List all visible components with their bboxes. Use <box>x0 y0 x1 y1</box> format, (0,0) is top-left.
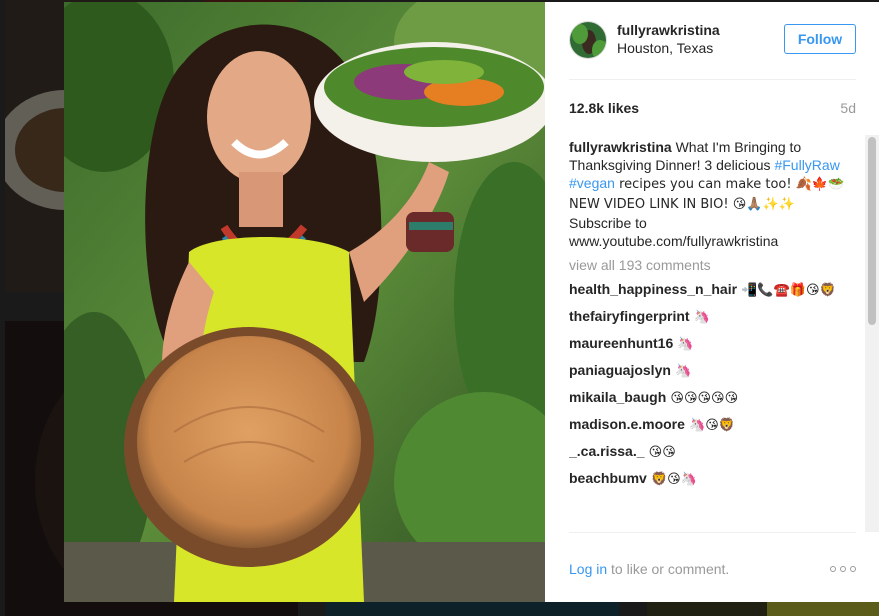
photo-illustration <box>64 2 545 602</box>
login-prompt-text: to like or comment. <box>607 561 730 577</box>
comment-text: 🦄 <box>673 337 694 352</box>
scrollbar-thumb[interactable] <box>868 137 876 325</box>
comment-username[interactable]: beachbumv <box>569 470 647 486</box>
comment-text: 🦄 <box>670 364 692 379</box>
comment-item: _.ca.rissa._ 😘😘 <box>569 442 856 462</box>
comment-text: 🦁😘🦄 <box>646 472 697 487</box>
caption-text: www.youtube.com/fullyrawkristina <box>569 233 779 249</box>
comment-username[interactable]: maureenhunt16 <box>569 335 673 351</box>
comment-item: thefairyfingerprint 🦄 <box>569 307 856 327</box>
post-stats: 12.8k likes 5d <box>569 80 856 130</box>
login-prompt: Log in to like or comment. <box>569 561 729 577</box>
profile-avatar[interactable] <box>569 21 607 59</box>
dot-icon <box>830 566 836 572</box>
comment-text: 😘😘 <box>644 445 676 460</box>
comment-username[interactable]: mikaila_baugh <box>569 389 666 405</box>
comment-text: 😘😘😘😘😘 <box>666 391 739 406</box>
comment-username[interactable]: paniaguajoslyn <box>569 362 671 378</box>
dot-icon <box>840 566 846 572</box>
comment-username[interactable]: thefairyfingerprint <box>569 308 690 324</box>
comments-list: fullyrawkristina What I'm Bringing to Th… <box>569 138 856 527</box>
post-location[interactable]: Houston, Texas <box>617 40 713 56</box>
likes-count[interactable]: 12.8k likes <box>569 100 639 116</box>
login-link[interactable]: Log in <box>569 561 607 577</box>
comment-username[interactable]: madison.e.moore <box>569 416 685 432</box>
comment-item: maureenhunt16 🦄 <box>569 334 856 354</box>
hashtag-link[interactable]: #vegan <box>569 175 615 191</box>
caption-text: Subscribe to <box>569 215 647 231</box>
comment-text: 📲📞☎️🎁😘🦁 <box>737 283 836 298</box>
view-all-comments-link[interactable]: view all 193 comments <box>569 256 856 274</box>
post-details-panel: fullyrawkristina Houston, Texas Follow 1… <box>545 2 879 602</box>
comment-username[interactable]: _.ca.rissa._ <box>569 443 645 459</box>
comment-text: 🦄😘🦁 <box>684 418 735 433</box>
post-photo[interactable] <box>64 2 545 602</box>
post-footer: Log in to like or comment. <box>569 532 856 602</box>
post-header: fullyrawkristina Houston, Texas Follow <box>569 2 856 80</box>
comment-item: health_happiness_n_hair 📲📞☎️🎁😘🦁 <box>569 280 856 300</box>
post-age[interactable]: 5d <box>840 100 856 116</box>
dot-icon <box>850 566 856 572</box>
caption-username[interactable]: fullyrawkristina <box>569 139 672 155</box>
comment-item: beachbumv 🦁😘🦄 <box>569 469 856 489</box>
comment-username[interactable]: health_happiness_n_hair <box>569 281 737 297</box>
comment-item: paniaguajoslyn 🦄 <box>569 361 856 381</box>
comment-text: 🦄 <box>689 310 710 325</box>
comment-item: madison.e.moore 🦄😘🦁 <box>569 415 856 435</box>
comments-scrollbar[interactable] <box>865 135 879 532</box>
hashtag-link[interactable]: #FullyRaw <box>774 157 839 173</box>
instagram-viewer: fullyrawkristina Houston, Texas Follow 1… <box>0 0 879 616</box>
follow-button[interactable]: Follow <box>784 24 856 54</box>
post-author-username[interactable]: fullyrawkristina <box>617 22 720 38</box>
more-options-icon[interactable] <box>830 563 856 575</box>
post-caption: fullyrawkristina What I'm Bringing to Th… <box>569 138 856 250</box>
comment-item: mikaila_baugh 😘😘😘😘😘 <box>569 388 856 408</box>
